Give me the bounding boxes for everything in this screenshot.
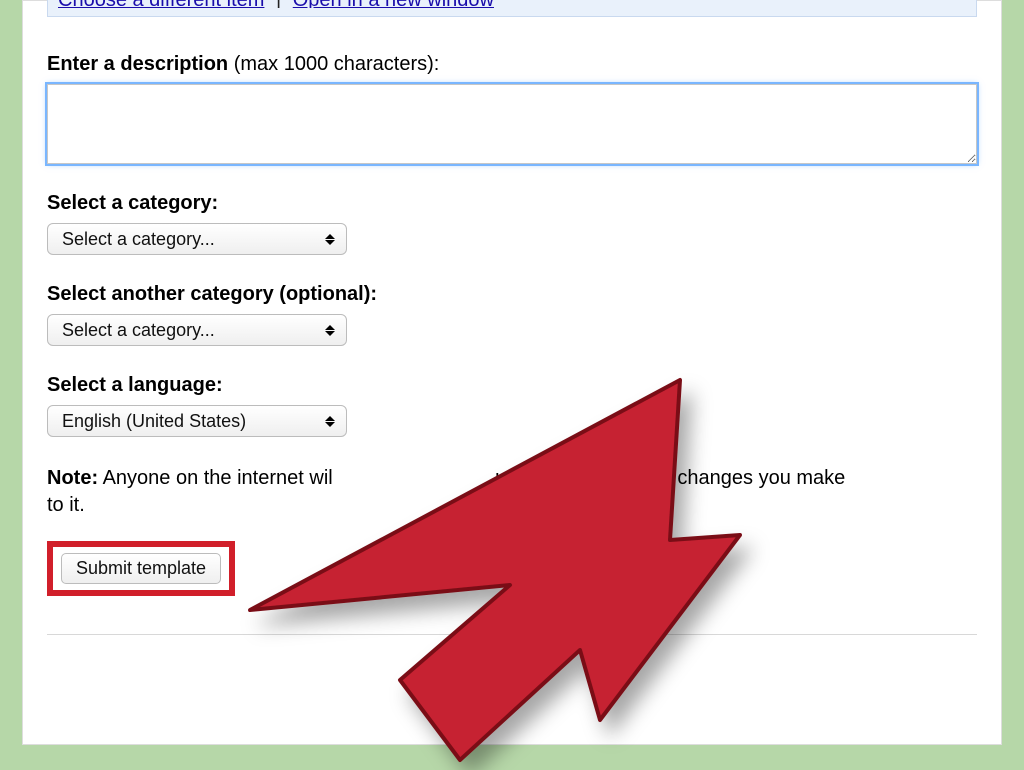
updown-icon [324, 325, 336, 336]
category2-select[interactable]: Select a category... [47, 314, 347, 346]
submit-wrap: Submit template [47, 541, 235, 596]
category1-selected-text: Select a category... [62, 229, 314, 250]
category2-selected-text: Select a category... [62, 320, 314, 341]
divider [47, 634, 977, 635]
updown-icon [324, 234, 336, 245]
description-label-hint: (max 1000 characters): [228, 53, 439, 75]
link-separator: | [270, 0, 287, 8]
submit-template-button[interactable]: Submit template [61, 553, 221, 584]
category1-select[interactable]: Select a category... [47, 223, 347, 255]
description-section: Enter a description (max 1000 characters… [47, 53, 977, 164]
choose-different-item-link[interactable]: Choose a different item [58, 0, 264, 8]
category1-label: Select a category: [47, 192, 977, 215]
note-text: Note: Anyone on the internet will be abl… [47, 465, 867, 519]
note-section: Note: Anyone on the internet will be abl… [47, 465, 977, 596]
description-label: Enter a description (max 1000 characters… [47, 53, 977, 76]
category2-label: Select another category (optional): [47, 283, 977, 306]
description-label-bold: Enter a description [47, 53, 228, 75]
category2-section: Select another category (optional): Sele… [47, 283, 977, 346]
language-select[interactable]: English (United States) [47, 405, 347, 437]
info-box-links: Choose a different item | Open in a new … [58, 0, 966, 8]
info-box: Choose a different item | Open in a new … [47, 0, 977, 17]
language-label: Select a language: [47, 374, 977, 397]
submit-highlight-box: Submit template [47, 541, 235, 596]
category1-section: Select a category: Select a category... [47, 192, 977, 255]
language-label-text: Select a language: [47, 374, 223, 396]
page-panel: Choose a different item | Open in a new … [22, 0, 1002, 745]
updown-icon [324, 416, 336, 427]
category2-label-text: Select another category (optional): [47, 283, 377, 305]
note-bold: Note: [47, 467, 98, 489]
language-section: Select a language: English (United State… [47, 374, 977, 437]
open-new-window-link[interactable]: Open in a new window [293, 0, 494, 8]
category1-label-text: Select a category: [47, 192, 218, 214]
language-selected-text: English (United States) [62, 411, 314, 432]
content-area: Choose a different item | Open in a new … [23, 1, 1001, 635]
note-before: Anyone on the internet wil [98, 467, 333, 489]
description-textarea[interactable] [47, 84, 977, 164]
